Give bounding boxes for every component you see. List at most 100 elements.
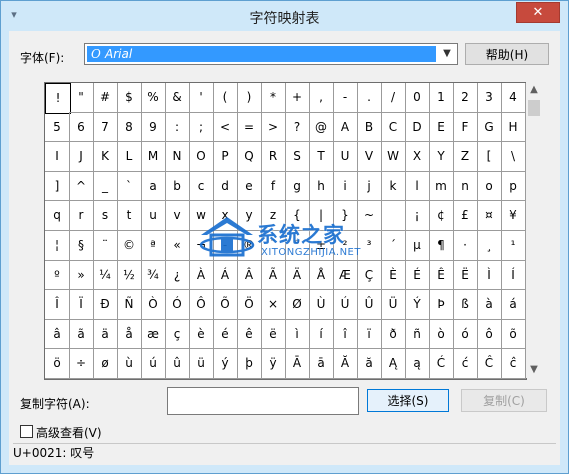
- char-cell[interactable]: M: [141, 142, 166, 172]
- char-cell[interactable]: s: [93, 201, 118, 231]
- char-cell[interactable]: ]: [45, 171, 70, 202]
- char-cell[interactable]: ³: [357, 231, 382, 261]
- char-cell[interactable]: ¦: [45, 231, 70, 261]
- char-cell[interactable]: <: [213, 112, 238, 143]
- char-cell[interactable]: f: [261, 171, 286, 202]
- char-cell[interactable]: ¹: [501, 231, 526, 261]
- char-cell[interactable]: ª: [141, 231, 166, 261]
- char-cell[interactable]: A: [333, 112, 358, 143]
- char-cell[interactable]: µ: [405, 231, 430, 261]
- char-cell[interactable]: ²: [333, 231, 358, 261]
- char-cell[interactable]: g: [285, 171, 310, 202]
- char-cell[interactable]: ´: [381, 231, 406, 261]
- char-cell[interactable]: è: [189, 319, 214, 350]
- char-cell[interactable]: 5: [45, 112, 70, 143]
- char-cell[interactable]: }: [333, 201, 358, 231]
- char-cell[interactable]: ¶: [429, 231, 454, 261]
- char-cell[interactable]: È: [381, 260, 406, 291]
- char-cell[interactable]: R: [261, 142, 286, 172]
- char-cell[interactable]: ¿: [165, 260, 190, 291]
- select-button[interactable]: 选择(S): [367, 389, 449, 412]
- char-cell[interactable]: Z: [453, 142, 478, 172]
- char-cell[interactable]: _: [93, 171, 118, 202]
- char-cell[interactable]: @: [309, 112, 334, 143]
- char-cell[interactable]: l: [405, 171, 430, 202]
- char-cell[interactable]: I: [45, 142, 70, 172]
- advanced-view-label[interactable]: 高级查看(V): [36, 424, 102, 441]
- char-cell[interactable]: d: [213, 171, 238, 202]
- char-cell[interactable]: Ø: [285, 290, 310, 320]
- char-cell[interactable]: ä: [93, 319, 118, 350]
- char-cell[interactable]: ±: [309, 231, 334, 261]
- char-cell[interactable]: ·: [453, 231, 478, 261]
- char-cell[interactable]: `: [117, 171, 142, 202]
- char-cell[interactable]: v: [165, 201, 190, 231]
- char-cell[interactable]: K: [93, 142, 118, 172]
- char-cell[interactable]: Û: [357, 290, 382, 320]
- char-cell[interactable]: ă: [357, 349, 382, 379]
- char-cell[interactable]: ą: [405, 349, 430, 379]
- char-cell[interactable]: ñ: [405, 319, 430, 350]
- grid-scrollbar[interactable]: ▲ ▼: [526, 82, 542, 378]
- char-cell[interactable]: k: [381, 171, 406, 202]
- char-cell[interactable]: Í: [501, 260, 526, 291]
- char-cell[interactable]: ): [237, 83, 262, 113]
- char-cell[interactable]: ¡: [405, 201, 430, 231]
- char-cell[interactable]: L: [117, 142, 142, 172]
- char-cell[interactable]: ÷: [69, 349, 94, 379]
- char-cell[interactable]: Ð: [93, 290, 118, 320]
- char-cell[interactable]: :: [165, 112, 190, 143]
- char-cell[interactable]: û: [165, 349, 190, 379]
- char-cell[interactable]: À: [189, 260, 214, 291]
- char-cell[interactable]: ê: [237, 319, 262, 350]
- char-cell[interactable]: j: [357, 171, 382, 202]
- char-cell[interactable]: ë: [261, 319, 286, 350]
- char-cell[interactable]: /: [381, 83, 406, 113]
- char-cell[interactable]: (: [213, 83, 238, 113]
- char-cell[interactable]: Ó: [165, 290, 190, 320]
- font-dropdown[interactable]: O Arial ▼: [84, 43, 458, 65]
- char-cell[interactable]: ¨: [93, 231, 118, 261]
- char-cell[interactable]: r: [69, 201, 94, 231]
- char-cell[interactable]: ¾: [141, 260, 166, 291]
- char-cell[interactable]: $: [117, 83, 142, 113]
- advanced-view-checkbox[interactable]: [20, 425, 33, 438]
- char-cell[interactable]: *: [261, 83, 286, 113]
- char-cell[interactable]: T: [309, 142, 334, 172]
- char-cell[interactable]: É: [405, 260, 430, 291]
- char-cell[interactable]: ~: [357, 201, 382, 231]
- char-cell[interactable]: P: [213, 142, 238, 172]
- char-cell[interactable]: J: [69, 142, 94, 172]
- char-cell[interactable]: Ù: [309, 290, 334, 320]
- char-cell[interactable]: í: [309, 319, 334, 350]
- char-cell[interactable]: Á: [213, 260, 238, 291]
- char-cell[interactable]: Ì: [477, 260, 502, 291]
- char-cell[interactable]: ½: [117, 260, 142, 291]
- char-cell[interactable]: Q: [237, 142, 262, 172]
- char-cell[interactable]: ø: [93, 349, 118, 379]
- char-cell[interactable]: ð: [381, 319, 406, 350]
- char-cell[interactable]: ¼: [93, 260, 118, 291]
- char-cell[interactable]: Ï: [69, 290, 94, 320]
- char-cell[interactable]: C: [381, 112, 406, 143]
- char-cell[interactable]: i: [333, 171, 358, 202]
- char-cell[interactable]: ì: [285, 319, 310, 350]
- char-cell[interactable]: Ò: [141, 290, 166, 320]
- char-cell[interactable]: 9: [141, 112, 166, 143]
- char-cell[interactable]: Ë: [453, 260, 478, 291]
- char-cell[interactable]: N: [165, 142, 190, 172]
- char-cell[interactable]: Ã: [261, 260, 286, 291]
- character-grid[interactable]: ! " # $% & '() * +, -./0 1 2 3 4 5 6 7 8 9:; < = >? @ A B C D E F G H…: [44, 82, 527, 380]
- char-cell[interactable]: !: [45, 83, 71, 114]
- char-cell[interactable]: æ: [141, 319, 166, 350]
- char-cell[interactable]: u: [141, 201, 166, 231]
- char-cell[interactable]: -: [333, 83, 358, 113]
- char-cell[interactable]: B: [357, 112, 382, 143]
- char-cell[interactable]: ®: [237, 231, 262, 261]
- char-cell[interactable]: ý: [213, 349, 238, 379]
- char-cell[interactable]: »: [69, 260, 94, 291]
- char-cell[interactable]: b: [165, 171, 190, 202]
- char-cell[interactable]: ?: [285, 112, 310, 143]
- char-cell[interactable]: t: [117, 201, 142, 231]
- char-cell[interactable]: =: [237, 112, 262, 143]
